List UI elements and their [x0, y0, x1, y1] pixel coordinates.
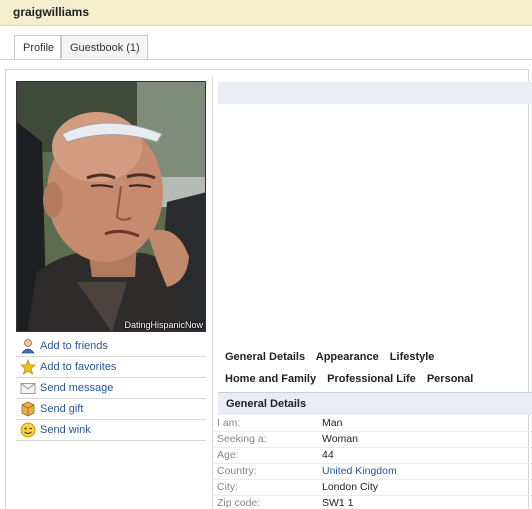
detail-key: Zip code: [217, 497, 261, 509]
title-bar: graigwilliams [0, 0, 532, 26]
profile-photo-image [17, 82, 205, 331]
detail-key: City: [217, 481, 238, 493]
details-panel-header [218, 82, 532, 104]
envelope-icon [20, 383, 36, 394]
detail-row-seeking: Seeking a: Woman [212, 432, 532, 448]
gift-icon [21, 401, 35, 417]
tab-guestbook[interactable]: Guestbook (1) [61, 35, 148, 60]
detail-row-zip: Zip code: SW1 1 [212, 496, 532, 509]
send-wink-button[interactable]: Send wink [16, 420, 206, 441]
detail-key: I am: [217, 417, 241, 429]
detail-value: 44 [322, 449, 334, 461]
detail-key: Seeking a: [217, 433, 267, 445]
detail-row-city: City: London City [212, 480, 532, 496]
nav-home-and-family[interactable]: Home and Family [225, 373, 316, 385]
send-wink-label: Send wink [40, 424, 91, 436]
send-gift-label: Send gift [40, 403, 84, 415]
detail-row-gender: I am: Man [212, 416, 532, 432]
detail-key: Age: [217, 449, 239, 461]
send-message-label: Send message [40, 382, 114, 394]
send-gift-button[interactable]: Send gift [16, 399, 206, 420]
tab-profile[interactable]: Profile [14, 35, 61, 60]
country-link[interactable]: United Kingdom [322, 465, 397, 477]
wink-smiley-icon [20, 422, 36, 438]
photo-watermark: DatingHispanicNow [124, 320, 203, 330]
detail-value: Woman [322, 433, 358, 445]
section-nav-row-2: Home and Family Professional Life Person… [225, 373, 481, 385]
nav-personal[interactable]: Personal [427, 373, 473, 385]
send-message-button[interactable]: Send message [16, 378, 206, 399]
add-to-favorites-label: Add to favorites [40, 361, 117, 373]
section-nav-row-1: General Details Appearance Lifestyle [225, 351, 442, 363]
detail-key: Country: [217, 465, 257, 477]
profile-photo[interactable]: DatingHispanicNow [16, 81, 206, 332]
add-to-friends-label: Add to friends [40, 340, 108, 352]
detail-value: London City [322, 481, 379, 493]
profile-actions: Add to friends Add to favorites Send mes… [16, 336, 206, 441]
person-add-icon [21, 339, 35, 354]
tabs-divider [0, 59, 532, 60]
nav-general-details[interactable]: General Details [225, 351, 305, 363]
detail-row-country: Country: United Kingdom [212, 464, 532, 480]
star-icon [20, 359, 36, 375]
detail-row-age: Age: 44 [212, 448, 532, 464]
profile-username: graigwilliams [13, 5, 90, 19]
nav-lifestyle[interactable]: Lifestyle [390, 351, 435, 363]
profile-page: graigwilliams Profile Guestbook (1) Dati… [0, 0, 532, 509]
detail-value: SW1 1 [322, 497, 354, 509]
general-details-header: General Details [218, 392, 532, 415]
nav-appearance[interactable]: Appearance [316, 351, 379, 363]
add-to-favorites-button[interactable]: Add to favorites [16, 357, 206, 378]
detail-value: Man [322, 417, 343, 429]
add-to-friends-button[interactable]: Add to friends [16, 336, 206, 357]
nav-professional-life[interactable]: Professional Life [327, 373, 416, 385]
